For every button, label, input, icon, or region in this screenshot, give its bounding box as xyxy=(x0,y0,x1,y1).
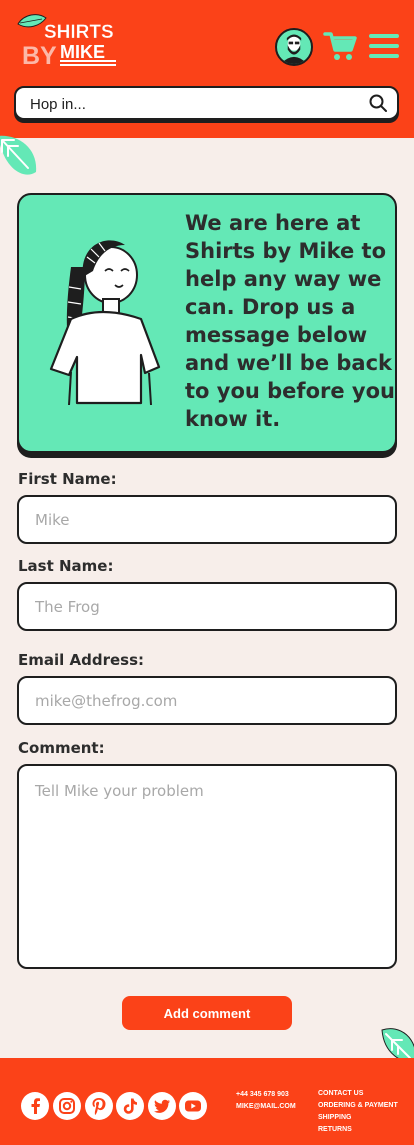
leaf-decoration-icon xyxy=(0,135,37,175)
pinterest-icon[interactable] xyxy=(85,1092,113,1120)
contact-intro-text: We are here at Shirts by Mike to help an… xyxy=(185,211,395,431)
comment-textarea[interactable] xyxy=(17,764,397,969)
shopping-cart-icon[interactable] xyxy=(323,30,357,62)
hamburger-menu-icon[interactable] xyxy=(369,34,399,60)
last-name-label: Last Name: xyxy=(18,557,114,575)
footer-links: CONTACT US ORDERING & PAYMENT SHIPPING R… xyxy=(318,1088,398,1136)
girl-illustration xyxy=(49,240,161,405)
footer-link-returns[interactable]: RETURNS xyxy=(318,1124,398,1136)
twitter-icon[interactable] xyxy=(148,1092,176,1120)
footer-link-ordering-payment[interactable]: ORDERING & PAYMENT xyxy=(318,1100,398,1112)
site-logo[interactable]: SHIRTS BY MIKE xyxy=(14,14,124,68)
facebook-icon[interactable] xyxy=(21,1092,49,1120)
footer-link-shipping[interactable]: SHIPPING xyxy=(318,1112,398,1124)
instagram-icon[interactable] xyxy=(53,1092,81,1120)
contact-details: +44 345 678 903 MIKE@MAIL.COM xyxy=(236,1089,296,1113)
youtube-icon[interactable] xyxy=(179,1092,207,1120)
tiktok-icon[interactable] xyxy=(116,1092,144,1120)
search-input[interactable] xyxy=(30,92,350,116)
add-comment-button[interactable]: Add comment xyxy=(122,996,292,1030)
contact-email[interactable]: MIKE@MAIL.COM xyxy=(236,1101,296,1113)
last-name-input[interactable] xyxy=(17,582,397,631)
user-avatar[interactable] xyxy=(275,28,313,66)
email-input[interactable] xyxy=(17,676,397,725)
site-header: SHIRTS BY MIKE xyxy=(0,0,414,138)
contact-intro-card: We are here at Shirts by Mike to help an… xyxy=(17,193,397,453)
email-label: Email Address: xyxy=(18,651,145,669)
svg-text:MIKE: MIKE xyxy=(60,42,105,62)
comment-label: Comment: xyxy=(18,739,105,757)
svg-text:SHIRTS: SHIRTS xyxy=(44,22,114,43)
svg-text:BY: BY xyxy=(22,42,57,68)
first-name-label: First Name: xyxy=(18,470,117,488)
site-footer: +44 345 678 903 MIKE@MAIL.COM CONTACT US… xyxy=(0,1058,414,1145)
first-name-input[interactable] xyxy=(17,495,397,544)
phone-number[interactable]: +44 345 678 903 xyxy=(236,1089,296,1101)
search-bar xyxy=(14,86,399,120)
footer-link-contact-us[interactable]: CONTACT US xyxy=(318,1088,398,1100)
search-icon[interactable] xyxy=(369,94,387,112)
